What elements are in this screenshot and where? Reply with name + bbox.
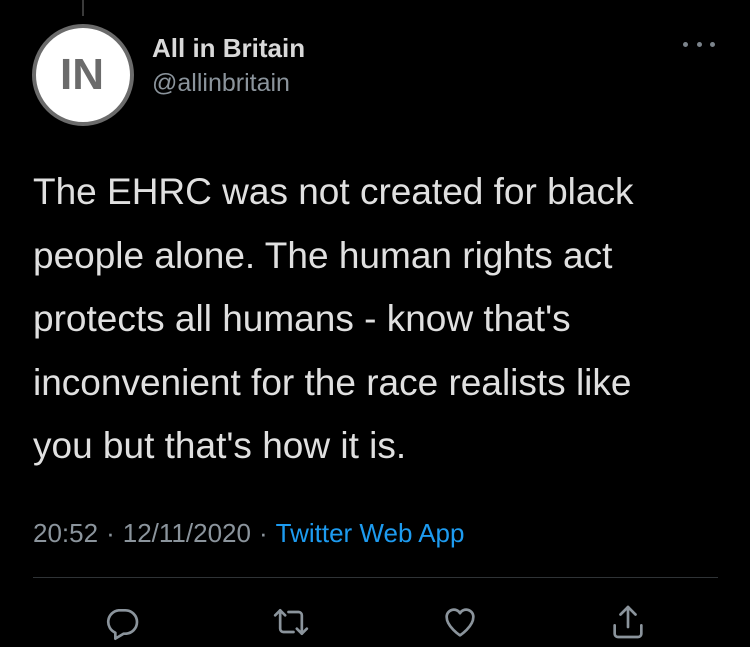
tweet-source-link[interactable]: Twitter Web App	[276, 518, 465, 548]
author-handle[interactable]: @allinbritain	[152, 69, 290, 98]
meta-separator: ·	[106, 518, 115, 548]
tweet-date[interactable]: 12/11/2020	[123, 518, 251, 548]
more-options-icon[interactable]	[683, 38, 715, 50]
like-icon	[445, 608, 475, 637]
divider	[33, 577, 718, 578]
reply-button[interactable]	[100, 600, 144, 644]
retweet-button[interactable]	[269, 600, 313, 644]
retweet-icon	[273, 609, 309, 635]
avatar-initials: IN	[60, 50, 104, 99]
like-button[interactable]	[438, 600, 482, 644]
meta-separator: ·	[258, 518, 268, 548]
thread-line	[82, 0, 84, 16]
tweet-meta: 20:52 · 12/11/2020 · Twitter Web App	[33, 518, 464, 549]
tweet-text: The EHRC was not created for black peopl…	[33, 171, 634, 466]
share-icon	[613, 605, 643, 639]
avatar[interactable]: IN	[32, 24, 134, 126]
share-button[interactable]	[606, 600, 650, 644]
tweet-card: IN All in Britain @allinbritain The EHRC…	[0, 0, 750, 647]
tweet-time[interactable]: 20:52	[33, 518, 98, 548]
author-display-name[interactable]: All in Britain	[152, 33, 305, 64]
reply-icon	[106, 609, 139, 640]
